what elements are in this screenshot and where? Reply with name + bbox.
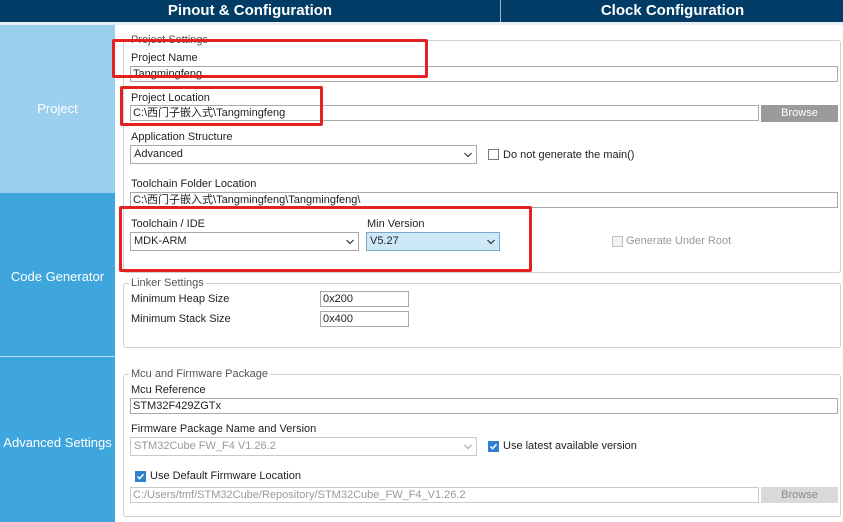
checkmark-icon [136, 473, 145, 480]
generate-under-root-label: Generate Under Root [626, 235, 732, 247]
project-name-input[interactable]: Tangmingfeng [130, 66, 838, 82]
tab-clock-configuration[interactable]: Clock Configuration [502, 0, 843, 22]
top-tab-bar: Pinout & Configuration Clock Configurati… [0, 0, 843, 22]
group-title: Linker Settings [129, 277, 206, 289]
toolchain-folder-input[interactable]: C:\西门子嵌入式\Tangmingfeng\Tangmingfeng\ [130, 192, 838, 208]
chevron-down-icon [464, 152, 472, 158]
do-not-generate-main-label: Do not generate the main() [503, 149, 635, 161]
chevron-down-icon [487, 239, 495, 245]
project-location-input[interactable]: C:\西门子嵌入式\Tangmingfeng [130, 105, 759, 121]
toolchain-ide-label: Toolchain / IDE [131, 218, 205, 230]
mcu-reference-input[interactable]: STM32F429ZGTx [130, 398, 838, 414]
project-location-label: Project Location [131, 92, 210, 104]
sidebar-item-label: Advanced Settings [3, 435, 112, 450]
toolchain-folder-label: Toolchain Folder Location [131, 178, 257, 190]
linker-settings-group: Linker Settings [123, 277, 841, 348]
minimum-heap-size-label: Minimum Heap Size [131, 293, 230, 305]
group-title: Project Settings [129, 34, 211, 46]
application-structure-select[interactable]: Advanced [130, 145, 477, 164]
use-default-firmware-location-checkbox[interactable] [135, 471, 146, 482]
toolchain-ide-select[interactable]: MDK-ARM [130, 232, 359, 251]
sidebar-item-label: Code Generator [10, 269, 105, 284]
use-default-firmware-location-label: Use Default Firmware Location [150, 470, 302, 482]
min-version-value: V5.27 [370, 235, 399, 247]
project-location-browse-button[interactable]: Browse [761, 105, 838, 122]
sidebar-item-project[interactable]: Project [0, 25, 115, 193]
application-structure-label: Application Structure [131, 131, 233, 143]
chevron-down-icon [346, 239, 354, 245]
sidebar-item-advanced-settings[interactable]: Advanced Settings [0, 357, 115, 522]
firmware-package-label: Firmware Package Name and Version [131, 423, 317, 435]
checkmark-icon [489, 443, 498, 450]
minimum-stack-size-input[interactable]: 0x400 [320, 311, 409, 327]
firmware-package-select[interactable]: STM32Cube FW_F4 V1.26.2 [130, 437, 477, 456]
generate-under-root-checkbox[interactable] [612, 236, 623, 247]
toolchain-ide-value: MDK-ARM [134, 235, 187, 247]
settings-panel: Project Settings Project Name Tangmingfe… [115, 25, 843, 522]
sidebar-item-label: Project [37, 101, 78, 116]
project-name-label: Project Name [131, 52, 198, 64]
min-version-label: Min Version [367, 218, 425, 230]
firmware-location-input[interactable]: C:/Users/tmf/STM32Cube/Repository/STM32C… [130, 487, 759, 503]
minimum-heap-size-input[interactable]: 0x200 [320, 291, 409, 307]
min-version-select[interactable]: V5.27 [366, 232, 500, 251]
chevron-down-icon [464, 444, 472, 450]
use-latest-version-label: Use latest available version [503, 440, 637, 452]
group-title: Mcu and Firmware Package [129, 368, 270, 380]
category-sidebar: Project Code Generator Advanced Settings [0, 25, 115, 522]
do-not-generate-main-checkbox[interactable] [488, 149, 499, 160]
firmware-package-value: STM32Cube FW_F4 V1.26.2 [134, 440, 276, 452]
mcu-reference-label: Mcu Reference [131, 384, 206, 396]
use-latest-version-checkbox[interactable] [488, 441, 499, 452]
application-structure-value: Advanced [134, 148, 183, 160]
firmware-location-browse-button[interactable]: Browse [761, 487, 838, 503]
minimum-stack-size-label: Minimum Stack Size [131, 313, 231, 325]
tab-pinout-configuration[interactable]: Pinout & Configuration [0, 0, 501, 22]
sidebar-item-code-generator[interactable]: Code Generator [0, 193, 115, 356]
